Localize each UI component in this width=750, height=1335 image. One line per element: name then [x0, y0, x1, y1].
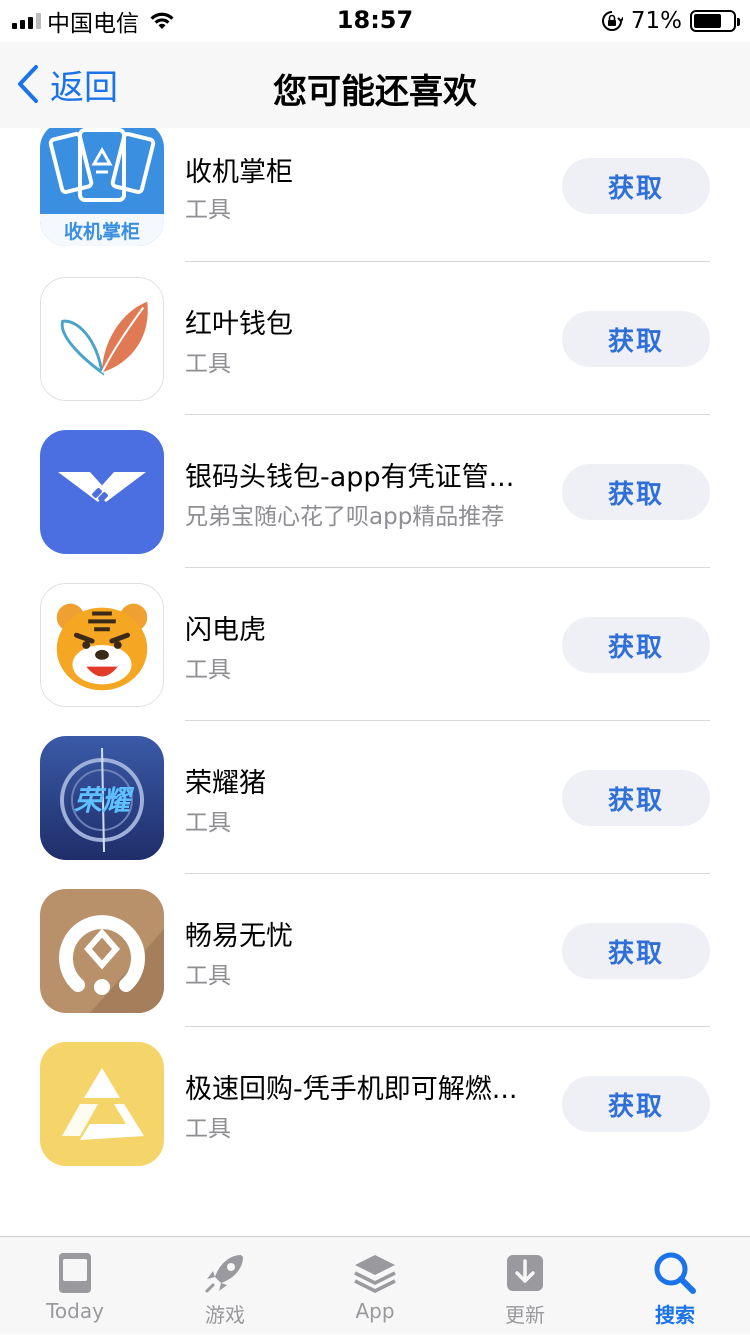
app-name: 银码头钱包-app有凭证管... — [185, 462, 515, 493]
triangle-app-icon[interactable] — [40, 1042, 164, 1166]
phone-recycle-app-icon[interactable]: 收机掌柜 — [40, 128, 164, 246]
handshake-app-icon[interactable] — [40, 430, 164, 554]
get-button[interactable]: 获取 — [562, 1076, 710, 1132]
search-icon — [654, 1252, 696, 1294]
navigation-bar: 返回 您可能还喜欢 — [0, 42, 750, 128]
tab-label: App — [355, 1299, 395, 1323]
app-category: 工具 — [185, 963, 231, 989]
tab-updates[interactable]: 更新 — [450, 1237, 600, 1335]
tab-today[interactable]: Today — [0, 1237, 150, 1335]
rocket-icon — [205, 1255, 243, 1293]
list-item[interactable]: 收机掌柜 收机掌柜 工具 获取 — [0, 128, 750, 262]
status-right: 71% — [601, 6, 740, 36]
layers-icon — [354, 1255, 396, 1293]
tab-bar: Today 游戏 App 更新 搜索 — [0, 1236, 750, 1334]
download-icon — [507, 1255, 543, 1291]
app-category: 工具 — [185, 657, 231, 683]
tiger-app-icon[interactable] — [40, 583, 164, 707]
app-name: 畅易无忧 — [185, 921, 293, 952]
get-button[interactable]: 获取 — [562, 770, 710, 826]
app-list: 收机掌柜 收机掌柜 工具 获取 红叶钱包 工具 获取 银码头钱包-app有凭证管… — [0, 128, 750, 1236]
tab-label: 更新 — [505, 1303, 545, 1327]
app-category: 工具 — [185, 810, 231, 836]
tab-label: 搜索 — [655, 1303, 695, 1327]
app-name: 闪电虎 — [185, 615, 266, 646]
get-button[interactable]: 获取 — [562, 617, 710, 673]
app-category: 工具 — [185, 351, 231, 377]
tab-games[interactable]: 游戏 — [150, 1237, 300, 1335]
leaf-app-icon[interactable] — [40, 277, 164, 401]
app-name: 收机掌柜 — [185, 157, 293, 188]
page-title: 您可能还喜欢 — [273, 72, 477, 112]
tab-apps[interactable]: App — [300, 1237, 450, 1335]
list-item[interactable]: 红叶钱包 工具 获取 — [0, 262, 750, 415]
get-button[interactable]: 获取 — [562, 158, 710, 214]
app-name: 荣耀猪 — [185, 768, 266, 799]
list-item[interactable]: 闪电虎 工具 获取 — [0, 568, 750, 721]
get-button[interactable]: 获取 — [562, 464, 710, 520]
tab-label: Today — [46, 1299, 104, 1323]
list-item[interactable]: 荣耀 荣耀猪 工具 获取 — [0, 721, 750, 874]
app-category: 工具 — [185, 1116, 231, 1142]
app-name: 红叶钱包 — [185, 309, 293, 340]
get-button[interactable]: 获取 — [562, 311, 710, 367]
list-item[interactable]: 畅易无忧 工具 获取 — [0, 874, 750, 1027]
svg-text:荣耀: 荣耀 — [74, 784, 135, 817]
app-name: 极速回购-凭手机即可解燃... — [185, 1074, 518, 1105]
tab-label: 游戏 — [205, 1303, 245, 1327]
gauge-app-icon[interactable] — [40, 889, 164, 1013]
app-subtitle: 兄弟宝随心花了呗app精品推荐 — [185, 504, 505, 530]
orientation-lock-icon — [601, 11, 623, 31]
today-icon — [59, 1253, 91, 1293]
glory-app-icon[interactable]: 荣耀 — [40, 736, 164, 860]
svg-text:收机掌柜: 收机掌柜 — [64, 220, 140, 243]
app-category: 工具 — [185, 197, 231, 223]
battery-percent: 71% — [630, 8, 682, 34]
list-item[interactable]: 极速回购-凭手机即可解燃... 工具 获取 — [0, 1027, 750, 1180]
status-bar: 中国电信 18:57 71% — [0, 0, 750, 42]
tab-search[interactable]: 搜索 — [600, 1237, 750, 1335]
get-button[interactable]: 获取 — [562, 923, 710, 979]
list-item[interactable]: 银码头钱包-app有凭证管... 兄弟宝随心花了呗app精品推荐 获取 — [0, 415, 750, 568]
battery-icon — [690, 10, 740, 32]
